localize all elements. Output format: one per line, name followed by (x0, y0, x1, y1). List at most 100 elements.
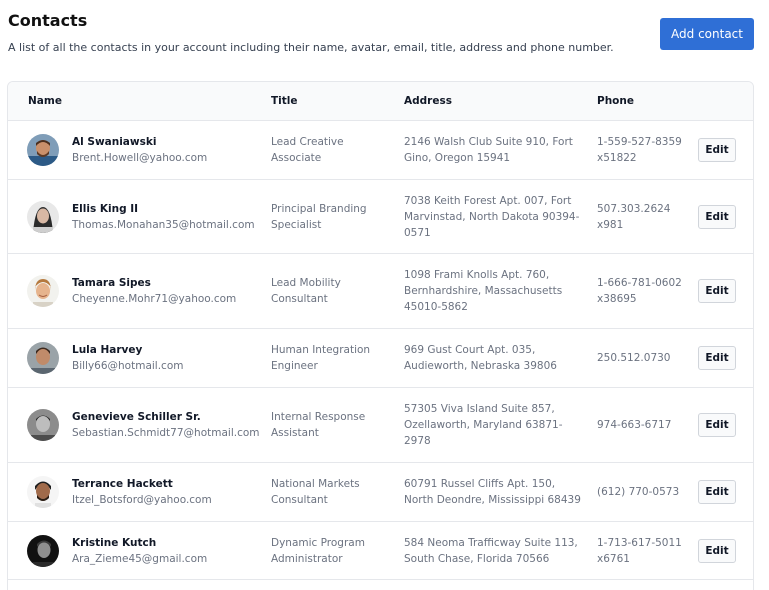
avatar (27, 275, 59, 307)
column-header-phone: Phone (597, 95, 634, 107)
contact-name: Ellis King II (72, 202, 139, 215)
table-row: Lula Harvey Billy66@hotmail.com Human In… (8, 329, 753, 388)
page-description: A list of all the contacts in your accou… (8, 41, 614, 54)
contact-title-line: Administrator (271, 552, 343, 565)
contact-title-line: Lead Creative (271, 136, 344, 148)
contact-title: Internal Response Assistant (271, 409, 386, 441)
column-header-name: Name (28, 95, 62, 107)
contact-phone: 507.303.2624 x981 (597, 201, 687, 233)
contact-address-line: 969 Gust Court Apt. 035, (404, 344, 536, 356)
contact-phone-line: x981 (597, 218, 624, 231)
contact-name-cell: Kristine Kutch Ara_Zieme45@gmail.com (72, 535, 207, 567)
contact-address: 60791 Russel Cliffs Apt. 150, North Deon… (404, 476, 584, 508)
contact-name: Genevieve Schiller Sr. (72, 411, 201, 423)
contact-phone: 250.512.0730 (597, 350, 687, 366)
column-header-title: Title (271, 95, 298, 107)
contact-email: Cheyenne.Mohr71@yahoo.com (72, 293, 237, 305)
contact-phone-line: 507.303.2624 (597, 202, 671, 215)
contact-title: Dynamic Program Administrator (271, 535, 386, 567)
contact-title-line: Dynamic Program (271, 536, 365, 549)
contact-title: Lead Mobility Consultant (271, 275, 386, 307)
contact-address-line: Ozellaworth, Maryland 63871- (404, 419, 563, 431)
contact-address-line: 2978 (404, 435, 431, 447)
table-row: Terrance Hackett Itzel_Botsford@yahoo.co… (8, 463, 753, 522)
contact-phone-line: 974-663-6717 (597, 419, 672, 431)
table-row: Genevieve Schiller Sr. Sebastian.Schmidt… (8, 388, 753, 463)
contact-name: Kristine Kutch (72, 536, 157, 549)
edit-button[interactable]: Edit (698, 413, 736, 437)
contact-title-line: Specialist (271, 218, 322, 231)
page-title: Contacts (8, 11, 88, 30)
edit-button[interactable]: Edit (698, 204, 736, 229)
avatar (27, 134, 59, 166)
contact-phone-line: (612) 770-0573 (597, 486, 680, 498)
column-header-address: Address (404, 95, 452, 107)
contact-email: Billy66@hotmail.com (72, 360, 184, 372)
contact-address: 1098 Frami Knolls Apt. 760, Bernhardshir… (404, 267, 584, 315)
contact-address: 584 Neoma Trafficway Suite 113, South Ch… (404, 535, 584, 567)
contact-name-cell: Terrance Hackett Itzel_Botsford@yahoo.co… (72, 476, 212, 508)
contact-email: Sebastian.Schmidt77@hotmail.com (72, 427, 260, 439)
contact-address-line: 2146 Walsh Club Suite 910, Fort (404, 136, 573, 148)
avatar (27, 342, 59, 374)
contact-phone-line: 1-559-527-8359 (597, 136, 682, 148)
contact-phone-line: x6761 (597, 552, 630, 565)
contact-address-line: 7038 Keith Forest Apt. 007, Fort (404, 194, 572, 207)
avatar (27, 409, 59, 441)
contact-address-line: Bernhardshire, Massachusetts (404, 285, 563, 297)
contact-title: National Markets Consultant (271, 476, 386, 508)
contacts-table: Name Title Address Phone Al Swaniawski B… (7, 81, 754, 590)
contact-phone: 974-663-6717 (597, 417, 687, 433)
contact-title-line: National Markets (271, 478, 360, 490)
contact-name-cell: Ellis King II Thomas.Monahan35@hotmail.c… (72, 201, 255, 233)
edit-button[interactable]: Edit (698, 346, 736, 370)
contact-name: Tamara Sipes (72, 277, 151, 289)
contact-address-line: 1098 Frami Knolls Apt. 760, (404, 269, 550, 281)
contact-phone-line: 1-713-617-5011 (597, 536, 682, 549)
contact-phone-line: x51822 (597, 152, 637, 164)
contact-address-line: 45010-5862 (404, 301, 468, 313)
contact-title-line: Human Integration (271, 344, 371, 356)
contact-phone-line: 1-666-781-0602 (597, 277, 682, 289)
contact-phone: 1-713-617-5011 x6761 (597, 535, 687, 567)
contact-email: Itzel_Botsford@yahoo.com (72, 494, 212, 506)
contact-email: Ara_Zieme45@gmail.com (72, 552, 208, 565)
contact-title-line: Engineer (271, 360, 318, 372)
contact-name-cell: Tamara Sipes Cheyenne.Mohr71@yahoo.com (72, 275, 236, 307)
contact-phone: 1-666-781-0602 x38695 (597, 275, 687, 307)
contact-phone: (612) 770-0573 (597, 484, 687, 500)
contact-email: Thomas.Monahan35@hotmail.com (72, 218, 255, 231)
contact-address-line: Gino, Oregon 15941 (404, 152, 511, 164)
contact-address: 57305 Viva Island Suite 857, Ozellaworth… (404, 401, 584, 449)
contact-address: 7038 Keith Forest Apt. 007, Fort Marvins… (404, 193, 584, 241)
contact-title-line: Internal Response (271, 411, 366, 423)
contact-email: Brent.Howell@yahoo.com (72, 152, 208, 164)
contact-phone: 1-559-527-8359 x51822 (597, 134, 687, 166)
contact-name: Lula Harvey (72, 344, 143, 356)
table-row: Tamara Sipes Cheyenne.Mohr71@yahoo.com L… (8, 254, 753, 329)
contact-address-line: 57305 Viva Island Suite 857, (404, 403, 555, 415)
edit-button[interactable]: Edit (698, 279, 736, 303)
contact-title-line: Assistant (271, 427, 319, 439)
contact-name-cell: Lula Harvey Billy66@hotmail.com (72, 342, 184, 374)
edit-button[interactable]: Edit (698, 138, 736, 162)
add-contact-button[interactable]: Add contact (660, 18, 754, 50)
contact-address-line: 60791 Russel Cliffs Apt. 150, (404, 478, 556, 490)
contact-title-line: Consultant (271, 494, 328, 506)
contact-title-line: Lead Mobility (271, 277, 341, 289)
table-row: Ellis King II Thomas.Monahan35@hotmail.c… (8, 180, 753, 254)
contact-phone-line: x38695 (597, 293, 637, 305)
contact-address: 2146 Walsh Club Suite 910, Fort Gino, Or… (404, 134, 584, 166)
contact-title: Principal Branding Specialist (271, 201, 386, 233)
contact-address-line: Marvinstad, North Dakota 90394- (404, 210, 580, 223)
contact-title-line: Consultant (271, 293, 328, 305)
contact-title-line: Principal Branding (271, 202, 367, 215)
contact-address: 969 Gust Court Apt. 035, Audieworth, Neb… (404, 342, 584, 374)
contact-address-line: 0571 (404, 226, 431, 239)
avatar (27, 476, 59, 508)
edit-button[interactable]: Edit (698, 480, 736, 504)
contact-title-line: Associate (271, 152, 322, 164)
edit-button[interactable]: Edit (698, 538, 736, 563)
contact-title: Lead Creative Associate (271, 134, 386, 166)
contact-address-line: Audieworth, Nebraska 39806 (404, 360, 557, 372)
